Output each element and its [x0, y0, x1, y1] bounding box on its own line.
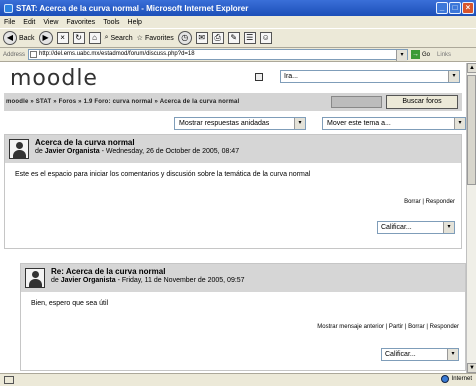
- links-label[interactable]: Links: [437, 52, 451, 58]
- messenger-icon[interactable]: ☺: [259, 32, 272, 44]
- globe-icon: [440, 375, 449, 383]
- chevron-down-icon: ▾: [454, 118, 465, 129]
- menu-favorites[interactable]: Favorites: [66, 19, 95, 26]
- close-button[interactable]: ×: [462, 2, 474, 14]
- page-content: moodle Ira... ▾ moodle » STAT » Foros » …: [0, 63, 466, 373]
- back-button[interactable]: ◀ Back: [3, 31, 35, 45]
- move-topic-select[interactable]: Mover este tema a... ▾: [322, 117, 466, 130]
- favorites-button[interactable]: ☆ Favorites: [136, 34, 174, 43]
- post-byline: de Javier Organista - Wednesday, 26 de O…: [35, 148, 240, 155]
- page-done-icon: [4, 376, 14, 384]
- print-icon[interactable]: ⎙: [211, 32, 224, 44]
- discuss-icon[interactable]: ☰: [243, 32, 256, 44]
- post-date: Wednesday, 26 de October de 2005, 08:47: [105, 148, 240, 155]
- avatar[interactable]: [9, 139, 29, 159]
- post-actions[interactable]: Borrar | Responder: [404, 199, 455, 205]
- flag-icon: [255, 73, 263, 81]
- chevron-down-icon[interactable]: ▾: [396, 50, 408, 61]
- forum-reply-post: Re: Acerca de la curva normal de Javier …: [20, 263, 466, 371]
- chevron-down-icon: ▾: [447, 349, 458, 360]
- moodle-logo: moodle: [10, 66, 98, 91]
- search-icon: ⌕: [104, 34, 109, 41]
- go-arrow-icon: →: [411, 50, 421, 59]
- scroll-thumb[interactable]: [467, 75, 476, 185]
- menu-view[interactable]: View: [43, 19, 58, 26]
- scroll-down-icon[interactable]: ▼: [467, 363, 476, 373]
- forum-post: Acerca de la curva normal de Javier Orga…: [4, 134, 462, 249]
- address-input[interactable]: http://del.ems.uabc.mx/estadmod/forum/di…: [28, 49, 409, 61]
- chevron-down-icon: ▾: [443, 222, 454, 233]
- post-text: Este es el espacio para iniciar los come…: [15, 171, 311, 178]
- ie-icon: [4, 3, 13, 13]
- go-button[interactable]: → Go: [411, 50, 430, 59]
- forward-arrow-icon[interactable]: ▶: [38, 31, 53, 45]
- post-date: Friday, 11 de November de 2005, 09:57: [121, 277, 245, 284]
- star-icon: ☆: [136, 35, 143, 42]
- security-zone: Internet: [440, 375, 472, 383]
- scroll-up-icon[interactable]: ▲: [467, 63, 476, 73]
- author-link[interactable]: Javier Organista: [61, 277, 116, 284]
- browser-toolbar: ◀ Back ▶ × ↻ ⌂ ⌕ Search ☆ Favorites ◷ ✉ …: [0, 28, 476, 48]
- rating-select[interactable]: Calificar... ▾: [381, 348, 459, 361]
- forum-search-input[interactable]: [331, 96, 382, 108]
- search-forums-button[interactable]: Buscar foros: [386, 95, 458, 109]
- back-arrow-icon: ◀: [3, 31, 17, 45]
- post-text: Bien, espero que sea útil: [31, 300, 109, 307]
- address-label: Address: [3, 51, 26, 58]
- menu-tools[interactable]: Tools: [103, 19, 119, 26]
- search-button[interactable]: ⌕ Search: [105, 34, 133, 42]
- stop-icon[interactable]: ×: [56, 32, 69, 44]
- minimize-button[interactable]: _: [436, 2, 448, 14]
- post-header: Acerca de la curva normal de Javier Orga…: [5, 135, 461, 163]
- display-mode-select[interactable]: Mostrar respuestas anidadas ▾: [174, 117, 306, 130]
- edit-icon[interactable]: ✎: [227, 32, 240, 44]
- vertical-scrollbar[interactable]: ▲ ▼: [466, 63, 476, 373]
- post-subject: Acerca de la curva normal: [35, 138, 135, 147]
- breadcrumb[interactable]: moodle » STAT » Foros » 1.9 Foro: curva …: [6, 99, 239, 105]
- post-byline: de Javier Organista - Friday, 11 de Nove…: [51, 277, 245, 284]
- menu-edit[interactable]: Edit: [23, 19, 35, 26]
- menu-file[interactable]: File: [4, 19, 15, 26]
- rating-select[interactable]: Calificar... ▾: [377, 221, 455, 234]
- history-icon[interactable]: ◷: [177, 31, 192, 45]
- refresh-icon[interactable]: ↻: [72, 32, 85, 44]
- maximize-button[interactable]: □: [449, 2, 461, 14]
- menu-bar: File Edit View Favorites Tools Help: [0, 16, 476, 28]
- address-bar: Address http://del.ems.uabc.mx/estadmod/…: [0, 48, 476, 62]
- chevron-down-icon: ▾: [294, 118, 305, 129]
- post-subject: Re: Acerca de la curva normal: [51, 267, 166, 276]
- author-link[interactable]: Javier Organista: [45, 148, 100, 155]
- page-icon: [30, 51, 38, 58]
- mail-icon[interactable]: ✉: [195, 32, 208, 44]
- navigation-bar: moodle » STAT » Foros » 1.9 Foro: curva …: [4, 93, 462, 111]
- post-header: Re: Acerca de la curva normal de Javier …: [21, 264, 465, 292]
- avatar[interactable]: [25, 268, 45, 288]
- chevron-down-icon: ▾: [448, 71, 459, 82]
- post-actions[interactable]: Mostrar mensaje anterior | Partir | Borr…: [317, 324, 459, 330]
- jump-to-select[interactable]: Ira... ▾: [280, 70, 460, 83]
- menu-help[interactable]: Help: [128, 19, 142, 26]
- window-titlebar: STAT: Acerca de la curva normal - Micros…: [0, 0, 476, 16]
- status-bar: Internet: [0, 373, 476, 386]
- home-icon[interactable]: ⌂: [88, 32, 101, 44]
- window-title: STAT: Acerca de la curva normal - Micros…: [16, 3, 249, 13]
